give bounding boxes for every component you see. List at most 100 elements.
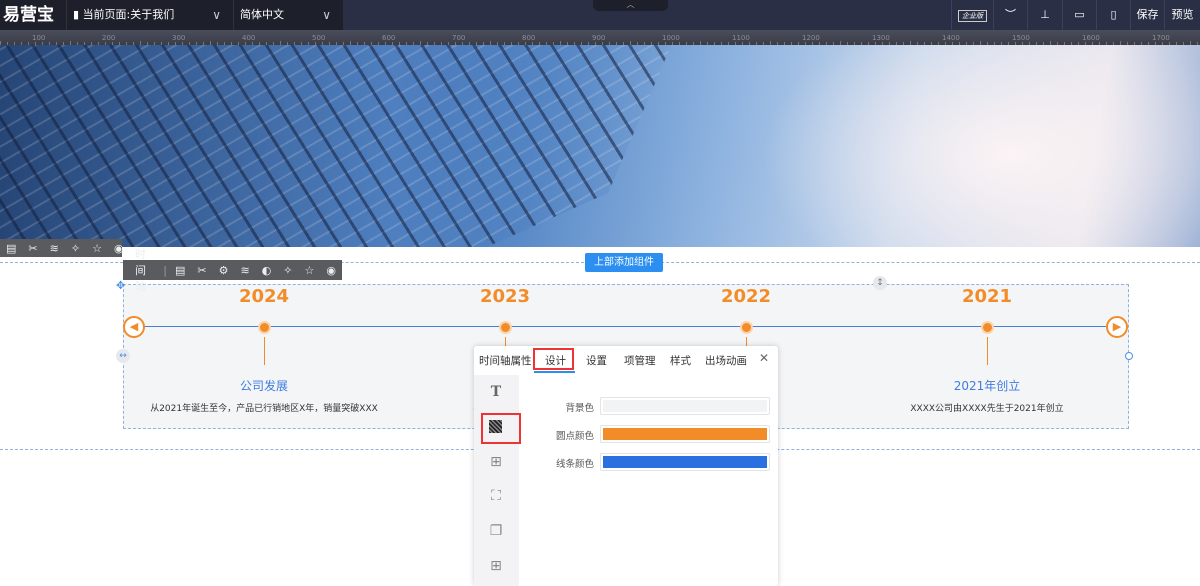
timeline-properties-panel: 时间轴属性 设计 设置 项管理 样式 出场动画 ✕ T ⊞ ⛶ ❐ ⊞ 背景色 圆点颜色 … (474, 346, 778, 586)
move-handle-icon[interactable]: ✥ (116, 279, 125, 292)
save-button[interactable]: 保存 (1130, 0, 1164, 30)
page-select[interactable]: ▮ 当前页面:关于我们 ∨ (66, 0, 233, 30)
ruler-label: 100 (32, 34, 46, 42)
next-arrow-button[interactable]: ▶ (1106, 316, 1128, 338)
active-tab-indicator (534, 371, 575, 373)
ruler-label: 500 (312, 34, 326, 42)
ruler-label: 1500 (1012, 34, 1030, 42)
timeline-item-title: 2021年创立 (953, 379, 1021, 393)
magic-icon[interactable]: ✧ (71, 242, 80, 255)
ruler-label: 700 (452, 34, 466, 42)
text-icon[interactable]: T (486, 382, 506, 402)
timeline-year: 2023 (479, 286, 531, 307)
timeline-dot[interactable] (500, 323, 510, 332)
ruler-label: 1000 (662, 34, 680, 42)
resize-handle[interactable] (1125, 352, 1133, 360)
panel-tab[interactable]: 出场动画 (705, 353, 747, 368)
edit-icon[interactable]: ▤ (175, 264, 185, 277)
grid-icon[interactable]: ⊞ (486, 452, 506, 472)
style-icon[interactable]: ◐ (262, 264, 272, 277)
enterprise-badge[interactable]: 企业版 (951, 0, 993, 30)
tools-icon[interactable]: ✂ (28, 242, 37, 255)
shadow-icon[interactable]: ❐ (486, 521, 506, 541)
chevron-down-icon: ∨ (212, 8, 221, 22)
ruler-label: 800 (522, 34, 536, 42)
timeline-stem (987, 337, 988, 365)
color-swatch[interactable] (600, 425, 770, 443)
timeline-item-desc: 从2021年诞生至今，产品已行销地区X年，销量突破XXX (150, 404, 378, 414)
highlight-box (481, 413, 521, 444)
spacing-icon[interactable]: ⊞ (486, 556, 506, 576)
align-button[interactable]: ⊥ (1027, 0, 1062, 30)
panel-tab[interactable]: 时间轴属性 (479, 353, 532, 368)
eye-closed-icon: ︶ (1005, 8, 1016, 21)
ruler: 100 200 300 400 500 600 700 800 900 1000 1100 1200 1… (0, 30, 1200, 45)
ruler-label: 400 (242, 34, 256, 42)
color-swatch[interactable] (600, 397, 770, 415)
timeline-stem (264, 337, 265, 365)
layers-icon[interactable]: ≋ (50, 242, 59, 255)
panel-tab[interactable]: 设置 (586, 353, 607, 368)
ruler-label: 1300 (872, 34, 890, 42)
settings-icon[interactable]: ⚙ (219, 264, 229, 277)
ruler-label: 600 (382, 34, 396, 42)
section-toolbar: ▤ ✂ ≋ ✧ ☆ ◉ (0, 239, 124, 257)
language-select-value: 简体中文 (240, 8, 284, 21)
magic-icon[interactable]: ✧ (283, 264, 292, 277)
timeline-item-desc: XXXX公司由XXXX先生于2021年创立 (910, 404, 1064, 414)
chevron-up-icon: ︿ (626, 0, 635, 9)
timeline-item-title: 公司发展 (239, 379, 288, 393)
ruler-label: 900 (592, 34, 606, 42)
chevron-right-icon: ▶ (1112, 320, 1122, 333)
eye-icon[interactable]: ◉ (326, 264, 336, 277)
ruler-label: 1100 (732, 34, 750, 42)
tools-icon[interactable]: ✂ (197, 264, 206, 277)
prev-arrow-button[interactable]: ◀ (123, 316, 145, 338)
align-icon: ⊥ (1040, 8, 1050, 21)
ruler-label: 300 (172, 34, 186, 42)
panel-tab[interactable]: 样式 (670, 353, 691, 368)
logo: 易营宝 (0, 0, 66, 30)
timeline-line (134, 326, 1117, 327)
timeline-dot[interactable] (982, 323, 992, 332)
color-label: 圆点颜色 (555, 431, 594, 442)
chevron-down-icon: ∨ (322, 8, 331, 22)
frame-icon[interactable]: ⛶ (486, 486, 506, 506)
add-component-top-button[interactable]: 上部添加组件 (585, 253, 663, 272)
language-select[interactable]: 简体中文 ∨ (233, 0, 343, 30)
star-icon[interactable]: ☆ (92, 242, 102, 255)
timeline-year: 2021 (961, 286, 1013, 307)
close-icon[interactable]: ✕ (759, 351, 769, 365)
star-icon[interactable]: ☆ (305, 264, 315, 277)
mobile-view-button[interactable]: ▯ (1096, 0, 1130, 30)
desktop-icon: ▭ (1074, 8, 1085, 21)
timeline-year: 2022 (720, 286, 772, 307)
layers-icon[interactable]: ≋ (240, 264, 249, 277)
component-name: 时间轴 (135, 248, 146, 293)
highlight-box (533, 348, 574, 370)
ruler-label: 1700 (1152, 34, 1170, 42)
timeline-year: 2024 (238, 286, 290, 307)
preview-button[interactable]: 预览 (1164, 0, 1200, 30)
page-icon: ▮ (73, 8, 80, 21)
desktop-view-button[interactable]: ▭ (1062, 0, 1096, 30)
chevron-left-icon: ◀ (129, 320, 139, 333)
page-select-value: 当前页面:关于我们 (82, 8, 175, 21)
collapse-toggle[interactable]: ︿ (593, 0, 668, 11)
edit-icon[interactable]: ▤ (6, 242, 16, 255)
color-label: 背景色 (565, 403, 594, 414)
enterprise-badge-label: 企业版 (958, 10, 987, 22)
ruler-label: 1200 (802, 34, 820, 42)
ruler-label: 200 (102, 34, 116, 42)
timeline-dot[interactable] (741, 323, 751, 332)
color-swatch[interactable] (600, 453, 770, 471)
ruler-label: 1600 (1082, 34, 1100, 42)
resize-horizontal-handle-icon[interactable]: ↔ (116, 349, 130, 363)
panel-tab[interactable]: 项管理 (624, 353, 656, 368)
hero-banner-image (0, 45, 1200, 247)
eye-icon[interactable]: ◉ (114, 242, 124, 255)
ruler-label: 1400 (942, 34, 960, 42)
timeline-dot[interactable] (259, 323, 269, 332)
resize-vertical-handle-icon[interactable]: ↕ (873, 276, 887, 290)
hide-button[interactable]: ︶ (993, 0, 1027, 30)
